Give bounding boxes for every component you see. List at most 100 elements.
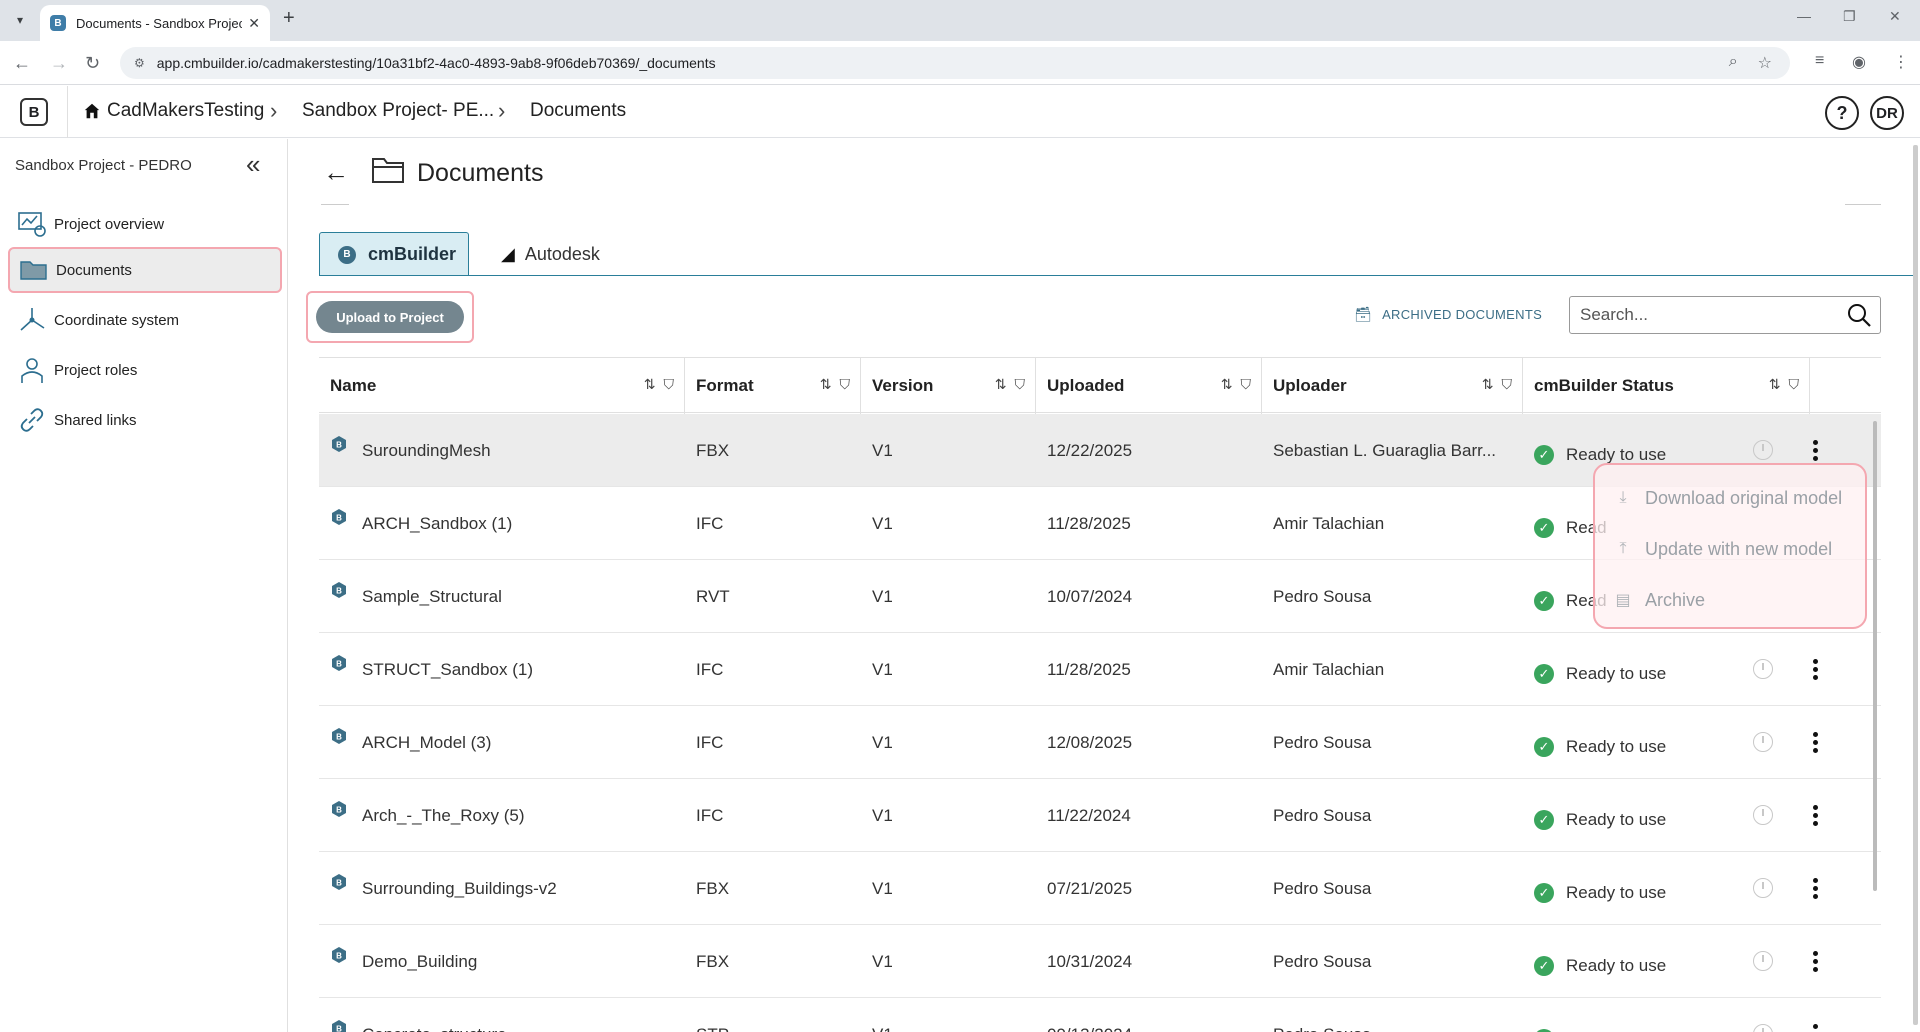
browser-tab[interactable]: B Documents - Sandbox Project - ✕	[40, 5, 270, 41]
sidebar-item-label: Project roles	[54, 361, 138, 379]
profile-icon[interactable]: ◉	[1852, 52, 1866, 72]
table-row[interactable]: B ARCH_Model (3) IFC V1 12/08/2025 Pedro Sous…	[319, 706, 1881, 779]
more-options-icon[interactable]	[1805, 654, 1825, 684]
cell-uploaded: 11/28/2025	[1047, 513, 1131, 533]
tab-cmbuilder[interactable]: B cmBuilder	[319, 232, 469, 276]
cmbuilder-model-icon: B	[332, 582, 346, 598]
more-options-icon[interactable]	[1805, 727, 1825, 757]
more-options-icon[interactable]	[1805, 435, 1825, 465]
sidebar-item-documents[interactable]: Documents	[8, 247, 282, 293]
browser-menu-icon[interactable]: ⋮	[1893, 52, 1909, 72]
filter-icon[interactable]: ⛉	[1789, 376, 1800, 393]
table-row[interactable]: B Surrounding_Buildings-v2 FBX V1 07/21/2025…	[319, 852, 1881, 925]
sort-icon[interactable]: ⇅	[1221, 376, 1233, 393]
reload-icon[interactable]: ↻	[85, 53, 100, 74]
svg-text:B: B	[336, 952, 342, 961]
cell-format: IFC	[696, 732, 724, 752]
archive-item[interactable]: ▤ Archive	[1613, 581, 1705, 619]
url-field[interactable]: ⚙ app.cmbuilder.io/cadmakerstesting/10a3…	[120, 47, 1790, 79]
collapse-sidebar-icon[interactable]: «	[246, 149, 260, 180]
restore-icon[interactable]: ❐	[1843, 8, 1856, 25]
check-circle-icon: ✓	[1534, 955, 1554, 976]
more-options-icon[interactable]	[1805, 1019, 1825, 1032]
filter-icon[interactable]: ⛉	[1502, 376, 1513, 393]
back-arrow-icon[interactable]: ←	[323, 157, 349, 188]
cell-format: STP	[696, 998, 856, 1032]
tab-autodesk[interactable]: ◢ Autodesk	[489, 232, 619, 276]
minimize-icon[interactable]: —	[1797, 8, 1811, 24]
site-info-icon[interactable]: ⚙	[134, 56, 145, 70]
col-uploader: Uploader ⇅ ⛉	[1262, 358, 1523, 414]
breadcrumb-home[interactable]: CadMakersTesting	[83, 100, 264, 122]
sort-icon[interactable]: ⇅	[1769, 376, 1781, 393]
svg-text:B: B	[336, 587, 342, 596]
clock-icon[interactable]	[1753, 659, 1773, 679]
check-circle-icon: ✓	[1534, 1028, 1554, 1032]
sort-icon[interactable]: ⇅	[820, 376, 832, 393]
sort-icon[interactable]: ⇅	[995, 376, 1007, 393]
more-options-icon[interactable]	[1805, 800, 1825, 830]
clock-icon[interactable]	[1753, 1024, 1773, 1032]
filter-icon[interactable]: ⛉	[1015, 376, 1026, 393]
forward-nav-icon[interactable]: →	[50, 53, 68, 74]
cell-uploaded: 11/28/2025	[1047, 659, 1131, 679]
bookmark-star-icon[interactable]: ☆	[1758, 53, 1772, 73]
sidebar-item-coordinate-system[interactable]: Coordinate system	[8, 297, 282, 343]
cmbuilder-logo[interactable]: B	[20, 98, 48, 126]
upload-to-project-button[interactable]: Upload to Project	[316, 301, 464, 333]
window-close-icon[interactable]: ✕	[1889, 8, 1901, 25]
close-tab-icon[interactable]: ✕	[248, 15, 260, 32]
search-icon[interactable]	[1846, 302, 1872, 328]
filter-icon[interactable]: ⛉	[1241, 376, 1252, 393]
download-original-model-item[interactable]: ⤓ Download original model	[1613, 479, 1842, 517]
filter-icon[interactable]: ⛉	[840, 376, 851, 393]
search-input[interactable]: Search...	[1569, 296, 1881, 334]
help-icon[interactable]: ?	[1825, 96, 1859, 130]
table-row[interactable]: B Arch_-_The_Roxy (5) IFC V1 11/22/2024 Pedro…	[319, 779, 1881, 852]
clock-icon[interactable]	[1753, 951, 1773, 971]
breadcrumb-current: Documents	[530, 100, 627, 121]
col-name-label: Name	[330, 376, 377, 395]
cell-uploader: Pedro Sousa	[1273, 878, 1372, 898]
sidebar-item-project-roles[interactable]: Project roles	[8, 347, 282, 393]
cell-uploader: Sebastian L. Guaraglia Barr...	[1273, 440, 1497, 460]
col-version: Version ⇅ ⛉	[861, 358, 1036, 414]
clock-icon[interactable]	[1753, 805, 1773, 825]
more-options-icon[interactable]	[1805, 873, 1825, 903]
back-nav-icon[interactable]: ←	[13, 53, 31, 74]
cell-uploader: Pedro Sousa	[1273, 586, 1372, 606]
cell-uploaded: 07/21/2025	[1047, 878, 1133, 898]
clock-icon[interactable]	[1753, 878, 1773, 898]
media-icon[interactable]: ≡	[1815, 52, 1824, 70]
filter-icon[interactable]: ⛉	[664, 376, 675, 393]
status-text: Ready to use	[1566, 809, 1667, 829]
cmbuilder-model-icon: B	[332, 801, 346, 817]
clock-icon[interactable]	[1753, 732, 1773, 752]
sidebar: Sandbox Project - PEDRO « Project overvi…	[0, 139, 288, 1032]
sort-icon[interactable]: ⇅	[644, 376, 656, 393]
cell-format: FBX	[696, 951, 730, 971]
new-tab-icon[interactable]: +	[283, 7, 295, 30]
cmbuilder-model-icon: B	[332, 509, 346, 525]
table-row[interactable]: B Demo_Building FBX V1 10/31/2024 Pedro Sousa…	[319, 925, 1881, 998]
breadcrumb-project[interactable]: Sandbox Project- PE...	[302, 100, 494, 122]
more-options-icon[interactable]	[1805, 946, 1825, 976]
table-row[interactable]: B Concrete_structure STP V1 09/13/2024 Pedro …	[319, 998, 1881, 1032]
avatar[interactable]: DR	[1870, 96, 1904, 130]
sort-icon[interactable]: ⇅	[1482, 376, 1494, 393]
col-uploaded: Uploaded ⇅ ⛉	[1036, 358, 1262, 414]
sidebar-item-project-overview[interactable]: Project overview	[8, 201, 282, 247]
page-scrollbar[interactable]	[1913, 145, 1918, 1025]
clock-icon[interactable]	[1753, 440, 1773, 460]
tab-list-chevron-icon[interactable]: ▾	[9, 9, 31, 31]
cell-version: V1	[872, 951, 893, 971]
archived-documents-button[interactable]: 🗃 ARCHIVED DOCUMENTS	[1354, 306, 1542, 323]
zoom-icon[interactable]: ⌕	[1729, 53, 1738, 73]
sidebar-item-shared-links[interactable]: Shared links	[8, 397, 282, 443]
table-scrollbar[interactable]	[1873, 421, 1877, 891]
table-row[interactable]: B STRUCT_Sandbox (1) IFC V1 11/28/2025 Amir T…	[319, 633, 1881, 706]
cell-version: V1	[872, 732, 893, 752]
cmbuilder-model-icon: B	[332, 728, 346, 744]
cell-format: IFC	[696, 513, 724, 533]
update-with-new-model-item[interactable]: ⤒ Update with new model	[1613, 530, 1832, 568]
